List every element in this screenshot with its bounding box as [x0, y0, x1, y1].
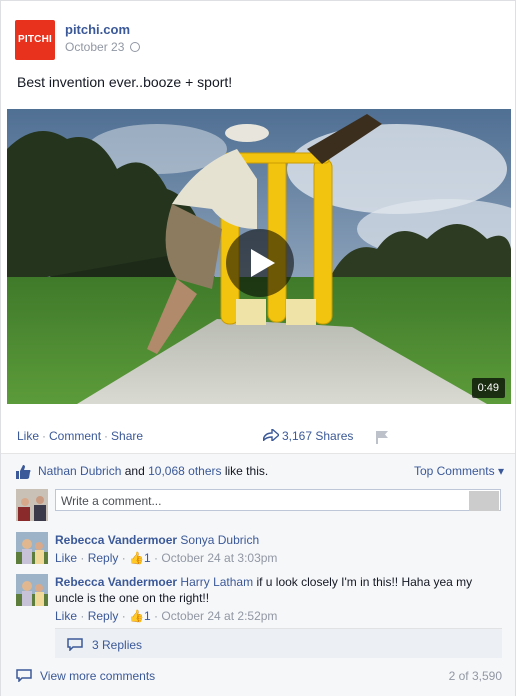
replies-label: 3 Replies	[92, 638, 143, 652]
comment-like-count[interactable]: 👍1	[129, 609, 151, 623]
comment-time[interactable]: October 24 at 3:03pm	[161, 551, 277, 565]
comment-author[interactable]: Rebecca Vandermoer	[55, 575, 177, 589]
thumbs-up-icon	[16, 465, 31, 479]
comment-tagged-user[interactable]: Harry Latham	[180, 575, 253, 589]
comment-author[interactable]: Rebecca Vandermoer	[55, 533, 177, 547]
user-avatar-image	[16, 489, 48, 521]
post-date[interactable]: October 23	[65, 40, 141, 54]
user-avatar	[16, 489, 48, 521]
like-link[interactable]: Like	[17, 429, 39, 443]
commenter-avatar[interactable]	[16, 532, 48, 564]
comment-reply-link[interactable]: Reply	[88, 551, 119, 565]
comment-time[interactable]: October 24 at 2:52pm	[161, 609, 277, 623]
comment-like-link[interactable]: Like	[55, 551, 77, 565]
commenter-avatar-image	[16, 532, 48, 564]
post-actions: Like · Comment · Share 3,167 Shares	[17, 427, 503, 445]
play-button[interactable]	[226, 229, 294, 297]
photo-attach-button[interactable]	[469, 491, 499, 511]
separator: ·	[104, 429, 109, 443]
view-more-comments[interactable]: View more comments 2 of 3,590	[16, 666, 502, 686]
view-more-comments-label[interactable]: View more comments	[40, 669, 155, 683]
play-icon	[251, 249, 275, 277]
reply-bubble-icon	[67, 638, 83, 651]
view-replies-button[interactable]: 3 Replies	[55, 628, 502, 658]
comment-meta: Like · Reply · 👍1 · October 24 at 2:52pm	[55, 609, 278, 623]
comment-composer: Write a comment...	[16, 489, 502, 523]
page-name-link[interactable]: pitchi.com	[65, 22, 130, 37]
share-link[interactable]: Share	[111, 429, 143, 443]
post-date-text: October 23	[65, 40, 125, 54]
feedback-section: Nathan Dubrich and 10,068 others like th…	[1, 453, 515, 696]
small-thumbs-up-icon: 👍	[129, 609, 144, 623]
page-avatar[interactable]: PITCHI	[15, 20, 55, 60]
separator: ·	[42, 429, 47, 443]
likes-text: Nathan Dubrich and 10,068 others like th…	[38, 464, 268, 478]
share-arrow-icon	[261, 427, 281, 444]
commenter-avatar-image	[16, 574, 48, 606]
comments-count: 2 of 3,590	[448, 669, 502, 683]
others-link[interactable]: 10,068 others	[148, 464, 221, 478]
flag-icon[interactable]	[375, 430, 389, 444]
post-card: PITCHI pitchi.com October 23 Best invent…	[0, 0, 516, 696]
comment-reply-link[interactable]: Reply	[88, 609, 119, 623]
comment-tagged-user[interactable]: Sonya Dubrich	[180, 533, 259, 547]
comment-meta: Like · Reply · 👍1 · October 24 at 3:03pm	[55, 551, 278, 565]
comment-body: Rebecca Vandermoer Harry Latham if u loo…	[55, 574, 499, 624]
shares-count-text: 3,167 Shares	[282, 429, 354, 443]
comment-link[interactable]: Comment	[49, 429, 101, 443]
comment-like-link[interactable]: Like	[55, 609, 77, 623]
commenter-avatar[interactable]	[16, 574, 48, 606]
likes-summary: Nathan Dubrich and 10,068 others like th…	[16, 464, 504, 480]
comment-body: Rebecca Vandermoer Sonya Dubrich Like · …	[55, 532, 499, 566]
comment-like-count[interactable]: 👍1	[129, 551, 151, 565]
post-message: Best invention ever..booze + sport!	[17, 74, 233, 90]
comment-input[interactable]: Write a comment...	[55, 489, 501, 511]
likes-and: and	[124, 464, 145, 478]
comment-like-count-text: 1	[144, 609, 151, 623]
shares-count[interactable]: 3,167 Shares	[261, 427, 354, 444]
comment-bubble-icon	[16, 669, 32, 682]
video-duration: 0:49	[471, 378, 505, 398]
liker-name[interactable]: Nathan Dubrich	[38, 464, 121, 478]
comment-like-count-text: 1	[144, 551, 151, 565]
comment-input-placeholder: Write a comment...	[61, 494, 162, 508]
top-comments-dropdown[interactable]: Top Comments ▾	[414, 464, 504, 478]
page-logo-text: PITCHI	[18, 34, 52, 45]
small-thumbs-up-icon: 👍	[129, 551, 144, 565]
globe-icon	[130, 42, 141, 52]
likes-suffix: like this.	[224, 464, 269, 478]
video-player[interactable]: 0:49	[7, 109, 511, 404]
